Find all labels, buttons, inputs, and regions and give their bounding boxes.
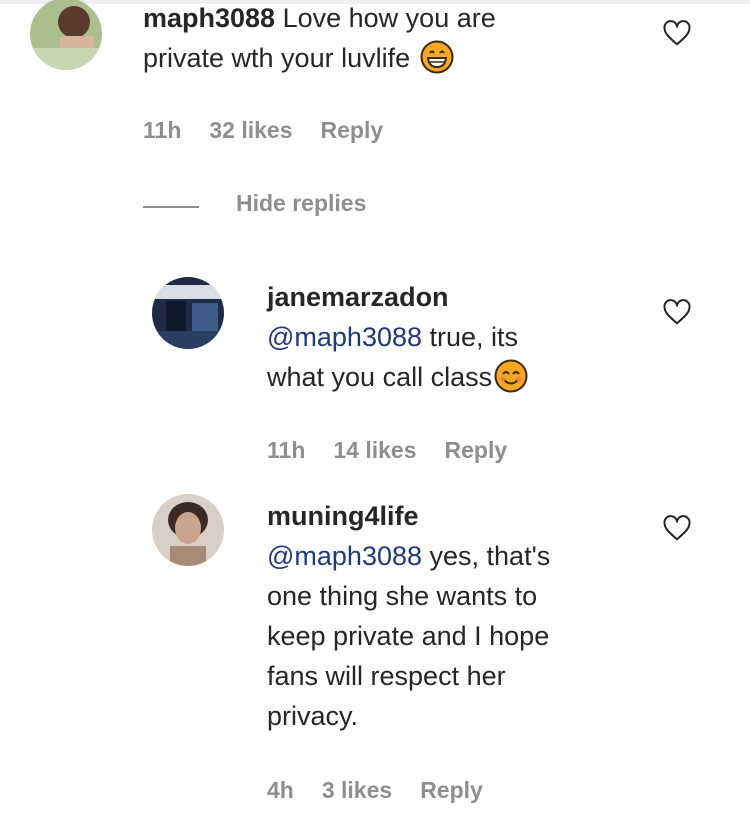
hide-replies-button[interactable]: Hide replies xyxy=(236,190,366,217)
comment-likes[interactable]: 32 likes xyxy=(209,117,292,143)
reply-reply-button[interactable]: Reply xyxy=(420,777,483,803)
reply-time[interactable]: 4h xyxy=(267,777,294,803)
avatar[interactable] xyxy=(152,494,224,566)
reply-text: true, its xyxy=(422,322,519,352)
comment-meta: 11h 32 likes Reply xyxy=(143,117,383,144)
reply-reply-button[interactable]: Reply xyxy=(445,437,508,463)
avatar[interactable] xyxy=(30,0,102,70)
comment-text-line1: Love how you are xyxy=(282,3,496,33)
reply-text-line2: what you call class xyxy=(267,362,493,392)
smiling-face-emoji xyxy=(494,359,528,393)
reply-likes[interactable]: 14 likes xyxy=(333,437,416,463)
comment-text-line2: private wth your luvlife xyxy=(143,43,411,73)
avatar[interactable] xyxy=(152,277,224,349)
reply-text: yes, that's xyxy=(422,541,551,571)
comment-body: maph3088 Love how you are private wth yo… xyxy=(143,0,613,78)
like-heart-icon[interactable] xyxy=(662,18,692,48)
grinning-face-emoji xyxy=(420,40,454,74)
comment-reply-button[interactable]: Reply xyxy=(321,117,384,143)
reply-body: muning4life @maph3088 yes, that's one th… xyxy=(267,496,647,736)
reply-text-line: fans will respect her xyxy=(267,661,506,691)
reply-time[interactable]: 11h xyxy=(267,437,305,463)
reply-meta: 4h 3 likes Reply xyxy=(267,777,483,804)
avatar-image xyxy=(30,0,102,70)
comment-username[interactable]: maph3088 xyxy=(143,3,275,33)
reply-mention-link[interactable]: @maph3088 xyxy=(267,541,422,571)
reply-meta: 11h 14 likes Reply xyxy=(267,437,507,464)
reply-text-line: keep private and I hope xyxy=(267,621,550,651)
hide-replies-divider xyxy=(143,206,199,208)
reply-username[interactable]: muning4life xyxy=(267,501,419,531)
reply-body: janemarzadon @maph3088 true, its what yo… xyxy=(267,277,647,397)
reply-username[interactable]: janemarzadon xyxy=(267,282,449,312)
avatar-image xyxy=(152,277,224,349)
like-heart-icon[interactable] xyxy=(662,297,692,327)
reply-likes[interactable]: 3 likes xyxy=(322,777,392,803)
reply-text-line: one thing she wants to xyxy=(267,581,538,611)
reply-text-line: privacy. xyxy=(267,701,359,731)
avatar-image xyxy=(152,494,224,566)
like-heart-icon[interactable] xyxy=(662,513,692,543)
comment-time[interactable]: 11h xyxy=(143,117,181,143)
reply-mention-link[interactable]: @maph3088 xyxy=(267,322,422,352)
